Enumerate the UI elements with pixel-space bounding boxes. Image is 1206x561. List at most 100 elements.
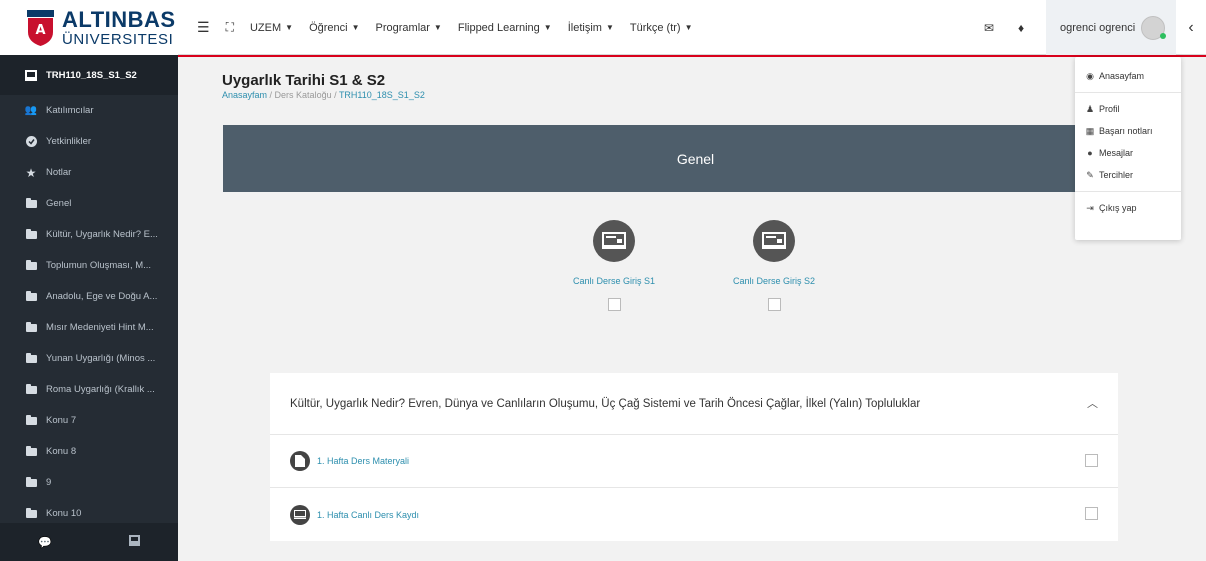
section-title: Genel (676, 150, 715, 167)
nav-item-uzem[interactable]: UZEM ▼ (250, 22, 293, 34)
sidebar-item-section[interactable]: Mısır Medeniyeti Hint M... (0, 312, 178, 343)
folder-icon (25, 290, 37, 303)
sidebar-item-course[interactable]: TRH110_18S_S1_S2 (0, 55, 178, 95)
caret-down-icon: ▼ (285, 23, 294, 32)
activity-row: 1. Hafta Ders Materyali (270, 435, 1118, 488)
screen-icon[interactable] (593, 220, 635, 262)
page-title: Uygarlık Tarihi S1 & S2 (222, 72, 386, 89)
user-dropdown-menu: ◉ Anasayfam ♟ Profil ▦ Başarı notları ● Mesa… (1075, 57, 1181, 240)
notification-bell-icon[interactable]: ♦ (1014, 21, 1028, 35)
chevron-up-icon[interactable]: ︿ (1087, 395, 1098, 411)
folder-icon (25, 259, 37, 272)
screen-icon[interactable] (753, 220, 795, 262)
main-nav: ☰ ⛶ UZEM ▼ Öğrenci ▼ Programlar ▼ Flipped L… (197, 0, 709, 55)
breadcrumb: Anasayfam / Ders Kataloğu / TRH110_18S_S… (222, 90, 425, 100)
course-sidebar: TRH110_18S_S1_S2 👥 Katılımcılar Yetkinli… (0, 55, 178, 561)
folder-icon (25, 197, 37, 210)
folder-icon (25, 507, 37, 520)
breadcrumb-course-link[interactable]: TRH110_18S_S1_S2 (339, 90, 425, 100)
check-circle-icon (25, 136, 37, 148)
menu-divider (1075, 92, 1181, 93)
brand-subtitle: ÜNIVERSITESI (62, 30, 174, 48)
chevron-left-icon[interactable]: ‹ (1176, 19, 1206, 37)
svg-text:A: A (35, 23, 45, 38)
users-icon: 👥 (24, 105, 38, 116)
folder-icon (25, 414, 37, 427)
sidebar-item-section[interactable]: Roma Uygarlığı (Krallık ... (0, 374, 178, 405)
caret-down-icon: ▼ (433, 23, 442, 32)
grades-icon: ▦ (1085, 125, 1095, 136)
activity-link[interactable]: 1. Hafta Ders Materyali (317, 456, 409, 466)
caret-down-icon: ▼ (605, 23, 614, 32)
section-title: Kültür, Uygarlık Nedir? Evren, Dünya ve … (290, 397, 921, 410)
folder-icon (25, 383, 37, 396)
menu-item-logout[interactable]: ⇥ Çıkış yap (1075, 197, 1181, 219)
user-icon: ♟ (1085, 103, 1095, 114)
sidebar-item-grades[interactable]: ★ Notlar (0, 157, 178, 188)
activity-link[interactable]: Canlı Derse Giriş S2 (719, 276, 829, 286)
folder-icon (25, 321, 37, 334)
hamburger-menu-icon[interactable]: ☰ (197, 19, 210, 36)
book-icon[interactable] (128, 535, 140, 549)
caret-down-icon: ▼ (543, 23, 552, 32)
activity-link[interactable]: 1. Hafta Canlı Ders Kaydı (317, 510, 419, 520)
message-icon: ● (1087, 148, 1093, 158)
breadcrumb-home-link[interactable]: Anasayfam (222, 90, 267, 100)
completion-checkbox[interactable] (767, 298, 781, 311)
fullscreen-icon[interactable]: ⛶ (226, 20, 234, 35)
completion-checkbox[interactable] (607, 298, 621, 311)
book-icon (25, 69, 37, 81)
menu-item-grades[interactable]: ▦ Başarı notları (1075, 120, 1181, 142)
topbar-right: ✉ ♦ ogrenci ogrenci ‹ (982, 0, 1206, 55)
breadcrumb-separator: / (331, 90, 339, 100)
nav-item-language[interactable]: Türkçe (tr) ▼ (630, 22, 693, 34)
menu-item-dashboard[interactable]: ◉ Anasayfam (1075, 65, 1181, 87)
nav-item-iletisim[interactable]: İletişim ▼ (568, 22, 614, 34)
section-header[interactable]: Kültür, Uygarlık Nedir? Evren, Dünya ve … (270, 373, 1118, 435)
menu-item-preferences[interactable]: ✎ Tercihler (1075, 164, 1181, 186)
folder-icon (25, 228, 37, 241)
activity-tile: Canlı Derse Giriş S2 (719, 220, 829, 311)
folder-icon (25, 352, 37, 365)
sidebar-item-section[interactable]: Anadolu, Ege ve Doğu A... (0, 281, 178, 312)
breadcrumb-catalog: Ders Kataloğu (274, 90, 332, 100)
sidebar-item-section[interactable]: 9 (0, 467, 178, 498)
menu-item-messages[interactable]: ● Mesajlar (1075, 142, 1181, 164)
sidebar-item-participants[interactable]: 👥 Katılımcılar (0, 95, 178, 126)
sidebar-item-section[interactable]: Kültür, Uygarlık Nedir? E... (0, 219, 178, 250)
activity-link[interactable]: Canlı Derse Giriş S1 (559, 276, 669, 286)
logout-icon: ⇥ (1086, 202, 1094, 213)
breadcrumb-separator: / (267, 90, 275, 100)
avatar (1141, 15, 1167, 40)
user-name: ogrenci ogrenci (1060, 21, 1136, 34)
chat-icon[interactable]: 💬 (38, 536, 52, 549)
sidebar-item-section[interactable]: Toplumun Oluşması, M... (0, 250, 178, 281)
sidebar-item-competencies[interactable]: Yetkinlikler (0, 126, 178, 157)
sidebar-item-section[interactable]: Yunan Uygarlığı (Minos ... (0, 343, 178, 374)
sidebar-item-section[interactable]: Genel (0, 188, 178, 219)
section-card: Kültür, Uygarlık Nedir? Evren, Dünya ve … (270, 373, 1118, 541)
sidebar-footer: 💬 (0, 523, 178, 561)
accent-line (178, 55, 1206, 57)
university-shield-icon: A (27, 9, 54, 46)
menu-item-profile[interactable]: ♟ Profil (1075, 98, 1181, 120)
file-icon (290, 451, 310, 471)
caret-down-icon: ▼ (351, 23, 360, 32)
completion-checkbox[interactable] (1085, 507, 1098, 520)
sidebar-item-section[interactable]: Konu 7 (0, 405, 178, 436)
star-icon: ★ (25, 165, 37, 180)
mail-icon[interactable]: ✉ (982, 21, 996, 35)
nav-item-flipped-learning[interactable]: Flipped Learning ▼ (458, 22, 552, 34)
brand-logo[interactable]: A ALTINBAS ÜNIVERSITESI (0, 0, 178, 55)
top-navbar: A ALTINBAS ÜNIVERSITESI ☰ ⛶ UZEM ▼ Öğrenc… (0, 0, 1206, 55)
completion-checkbox[interactable] (1085, 454, 1098, 467)
caret-down-icon: ▼ (684, 23, 693, 32)
sidebar-item-section[interactable]: Konu 8 (0, 436, 178, 467)
wrench-icon: ✎ (1086, 169, 1094, 180)
screen-icon (290, 504, 310, 525)
nav-item-ogrenci[interactable]: Öğrenci ▼ (309, 22, 359, 34)
menu-divider (1075, 191, 1181, 192)
folder-icon (25, 445, 37, 458)
user-menu-toggle[interactable]: ogrenci ogrenci (1046, 0, 1176, 55)
nav-item-programlar[interactable]: Programlar ▼ (376, 22, 442, 34)
